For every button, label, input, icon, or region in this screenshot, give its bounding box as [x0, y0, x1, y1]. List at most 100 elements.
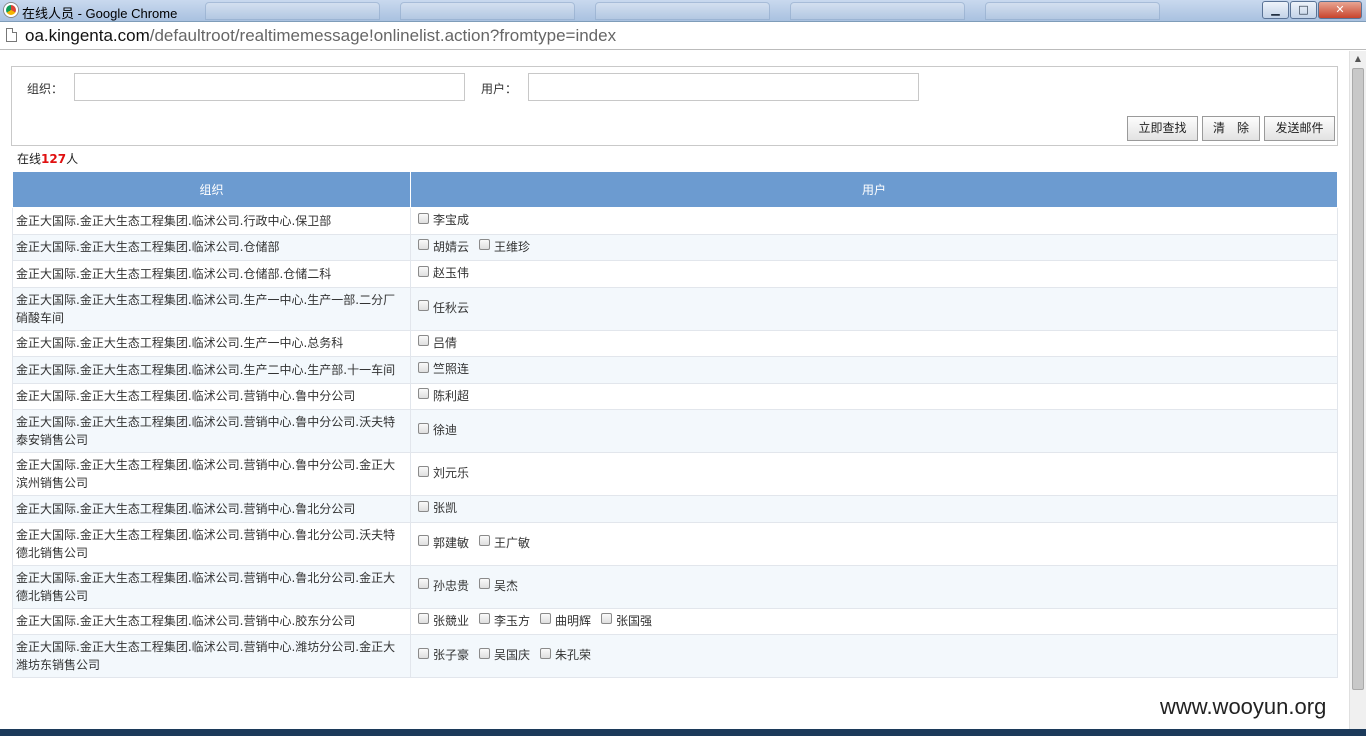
- minimize-button[interactable]: ▁: [1262, 1, 1289, 19]
- user-checkbox[interactable]: [479, 647, 491, 659]
- org-cell: 金正大国际.金正大生态工程集团.临沭公司.营销中心.鲁北分公司.沃夫特德北销售公…: [12, 521, 411, 566]
- users-cell: 胡婧云 王维珍: [410, 233, 1338, 261]
- table-row: 金正大国际.金正大生态工程集团.临沭公司.仓储部 胡婧云 王维珍: [12, 233, 1338, 261]
- user-name: 朱孔荣: [555, 648, 592, 663]
- user-checkbox[interactable]: [418, 535, 429, 547]
- user-entry: 任秋云: [418, 299, 469, 317]
- org-cell: 金正大国际.金正大生态工程集团.临沭公司.营销中心.鲁北分公司: [12, 495, 411, 523]
- user-name: 张国强: [616, 613, 653, 628]
- scrollbar-thumb[interactable]: [1352, 68, 1364, 690]
- background-tab[interactable]: [985, 2, 1160, 20]
- org-cell: 金正大国际.金正大生态工程集团.临沭公司.营销中心.胶东分公司: [12, 607, 411, 635]
- user-checkbox[interactable]: [479, 578, 491, 590]
- table-row: 金正大国际.金正大生态工程集团.临沭公司.生产二中心.生产部.十一车间 竺照连: [12, 356, 1338, 384]
- user-entry: 胡婧云: [418, 238, 469, 256]
- table-body: 金正大国际.金正大生态工程集团.临沭公司.行政中心.保卫部 李宝成 金正大国际.金正…: [12, 207, 1338, 678]
- maximize-button[interactable]: □: [1290, 1, 1317, 19]
- users-cell: 郭建敏 王广敏: [410, 521, 1338, 566]
- org-cell: 金正大国际.金正大生态工程集团.临沭公司.生产一中心.总务科: [12, 329, 411, 357]
- user-name: 徐迪: [433, 423, 458, 438]
- user-checkbox[interactable]: [540, 647, 552, 659]
- scroll-up-arrow-icon[interactable]: ▲: [1350, 51, 1366, 67]
- clear-button[interactable]: 清 除: [1202, 116, 1260, 141]
- user-checkbox[interactable]: [418, 388, 429, 399]
- user-label: 用户：: [481, 82, 518, 96]
- user-name: 任秋云: [433, 300, 470, 315]
- org-cell: 金正大国际.金正大生态工程集团.临沭公司.营销中心.鲁中分公司.沃夫特泰安销售公…: [12, 409, 411, 453]
- page-icon: [6, 28, 17, 42]
- background-tabs: [185, 2, 1235, 20]
- table-row: 金正大国际.金正大生态工程集团.临沭公司.生产一中心.生产一部.二分厂硝酸车间 任…: [12, 286, 1338, 331]
- user-input[interactable]: [528, 73, 919, 101]
- users-cell: 吕倩: [410, 329, 1338, 357]
- org-cell: 金正大国际.金正大生态工程集团.临沭公司.生产二中心.生产部.十一车间: [12, 356, 411, 384]
- user-entry: 徐迪: [418, 421, 457, 439]
- watermark: www.wooyun.org: [1160, 694, 1327, 719]
- org-cell: 金正大国际.金正大生态工程集团.临沭公司.营销中心.鲁北分公司.金正大德北销售公…: [12, 564, 411, 609]
- table-row: 金正大国际.金正大生态工程集团.临沭公司.营销中心.鲁北分公司 张凯: [12, 495, 1338, 523]
- chrome-icon: [4, 3, 18, 17]
- url-text[interactable]: oa.kingenta.com/defaultroot/realtimemess…: [25, 26, 616, 46]
- user-checkbox[interactable]: [479, 239, 491, 250]
- user-name: 曲明辉: [555, 613, 592, 628]
- user-checkbox[interactable]: [418, 500, 429, 512]
- user-entry: 孙忠贵: [418, 577, 469, 595]
- background-tab[interactable]: [400, 2, 575, 20]
- table-row: 金正大国际.金正大生态工程集团.临沭公司.营销中心.鲁中分公司.金正大滨州销售公…: [12, 452, 1338, 496]
- table-row: 金正大国际.金正大生态工程集团.临沭公司.营销中心.鲁中分公司 陈利超: [12, 382, 1338, 410]
- user-checkbox[interactable]: [418, 613, 429, 624]
- user-name: 孙忠贵: [433, 578, 470, 593]
- user-checkbox[interactable]: [418, 647, 429, 659]
- users-cell: 徐迪: [410, 409, 1338, 453]
- address-bar[interactable]: oa.kingenta.com/defaultroot/realtimemess…: [0, 22, 1366, 50]
- users-cell: 竺照连: [410, 356, 1338, 384]
- users-cell: 张子豪 吴国庆 朱孔荣: [410, 634, 1338, 678]
- url-host: oa.kingenta.com: [25, 26, 150, 45]
- send-email-button[interactable]: 发送邮件: [1264, 116, 1335, 141]
- url-path: /defaultroot/realtimemessage!onlinelist.…: [149, 26, 617, 45]
- user-checkbox[interactable]: [418, 422, 429, 434]
- user-checkbox[interactable]: [540, 613, 552, 624]
- user-checkbox[interactable]: [418, 361, 429, 373]
- page-content: 组织： 用户： 立即查找 清 除 发送邮件 在线127人 组织 用户 金正大国际…: [0, 51, 1348, 736]
- online-count: 在线127人: [17, 150, 78, 167]
- user-checkbox[interactable]: [418, 212, 429, 224]
- user-checkbox[interactable]: [601, 613, 613, 624]
- background-tab[interactable]: [205, 2, 380, 20]
- background-tab[interactable]: [595, 2, 770, 20]
- user-entry: 李宝成: [418, 211, 469, 229]
- user-name: 刘元乐: [433, 466, 470, 481]
- table-row: 金正大国际.金正大生态工程集团.临沭公司.营销中心.胶东分公司 张競业 李玉方 曲明辉…: [12, 607, 1338, 635]
- table-row: 金正大国际.金正大生态工程集团.临沭公司.生产一中心.总务科 吕倩: [12, 329, 1338, 357]
- org-cell: 金正大国际.金正大生态工程集团.临沭公司.生产一中心.生产一部.二分厂硝酸车间: [12, 286, 411, 331]
- search-button[interactable]: 立即查找: [1127, 116, 1198, 141]
- user-entry: 张国强: [601, 612, 652, 630]
- org-cell: 金正大国际.金正大生态工程集团.临沭公司.仓储部.仓储二科: [12, 260, 411, 288]
- user-entry: 吴国庆: [479, 646, 530, 664]
- user-name: 张競业: [433, 613, 470, 628]
- user-name: 王广敏: [494, 535, 531, 550]
- user-checkbox[interactable]: [418, 578, 429, 590]
- user-entry: 陈利超: [418, 387, 469, 405]
- close-button[interactable]: ✕: [1318, 1, 1362, 19]
- org-input[interactable]: [74, 73, 465, 101]
- user-checkbox[interactable]: [418, 300, 429, 312]
- user-entry: 竺照连: [418, 360, 469, 378]
- user-checkbox[interactable]: [418, 465, 429, 477]
- users-cell: 张競业 李玉方 曲明辉 张国强: [410, 607, 1338, 635]
- user-name: 吕倩: [433, 335, 458, 350]
- user-name: 张凯: [433, 501, 458, 515]
- user-name: 陈利超: [433, 388, 470, 403]
- user-checkbox[interactable]: [479, 535, 491, 547]
- vertical-scrollbar[interactable]: ▲: [1349, 51, 1366, 736]
- background-tab[interactable]: [790, 2, 965, 20]
- online-prefix: 在线: [17, 152, 42, 166]
- user-entry: 吕倩: [418, 334, 457, 352]
- user-checkbox[interactable]: [418, 335, 429, 346]
- window-controls: ▁ □ ✕: [1261, 1, 1362, 19]
- user-checkbox[interactable]: [418, 265, 429, 277]
- user-entry: 王维珍: [479, 238, 530, 256]
- user-checkbox[interactable]: [418, 239, 429, 250]
- user-checkbox[interactable]: [479, 613, 491, 624]
- user-name: 李宝成: [433, 213, 470, 227]
